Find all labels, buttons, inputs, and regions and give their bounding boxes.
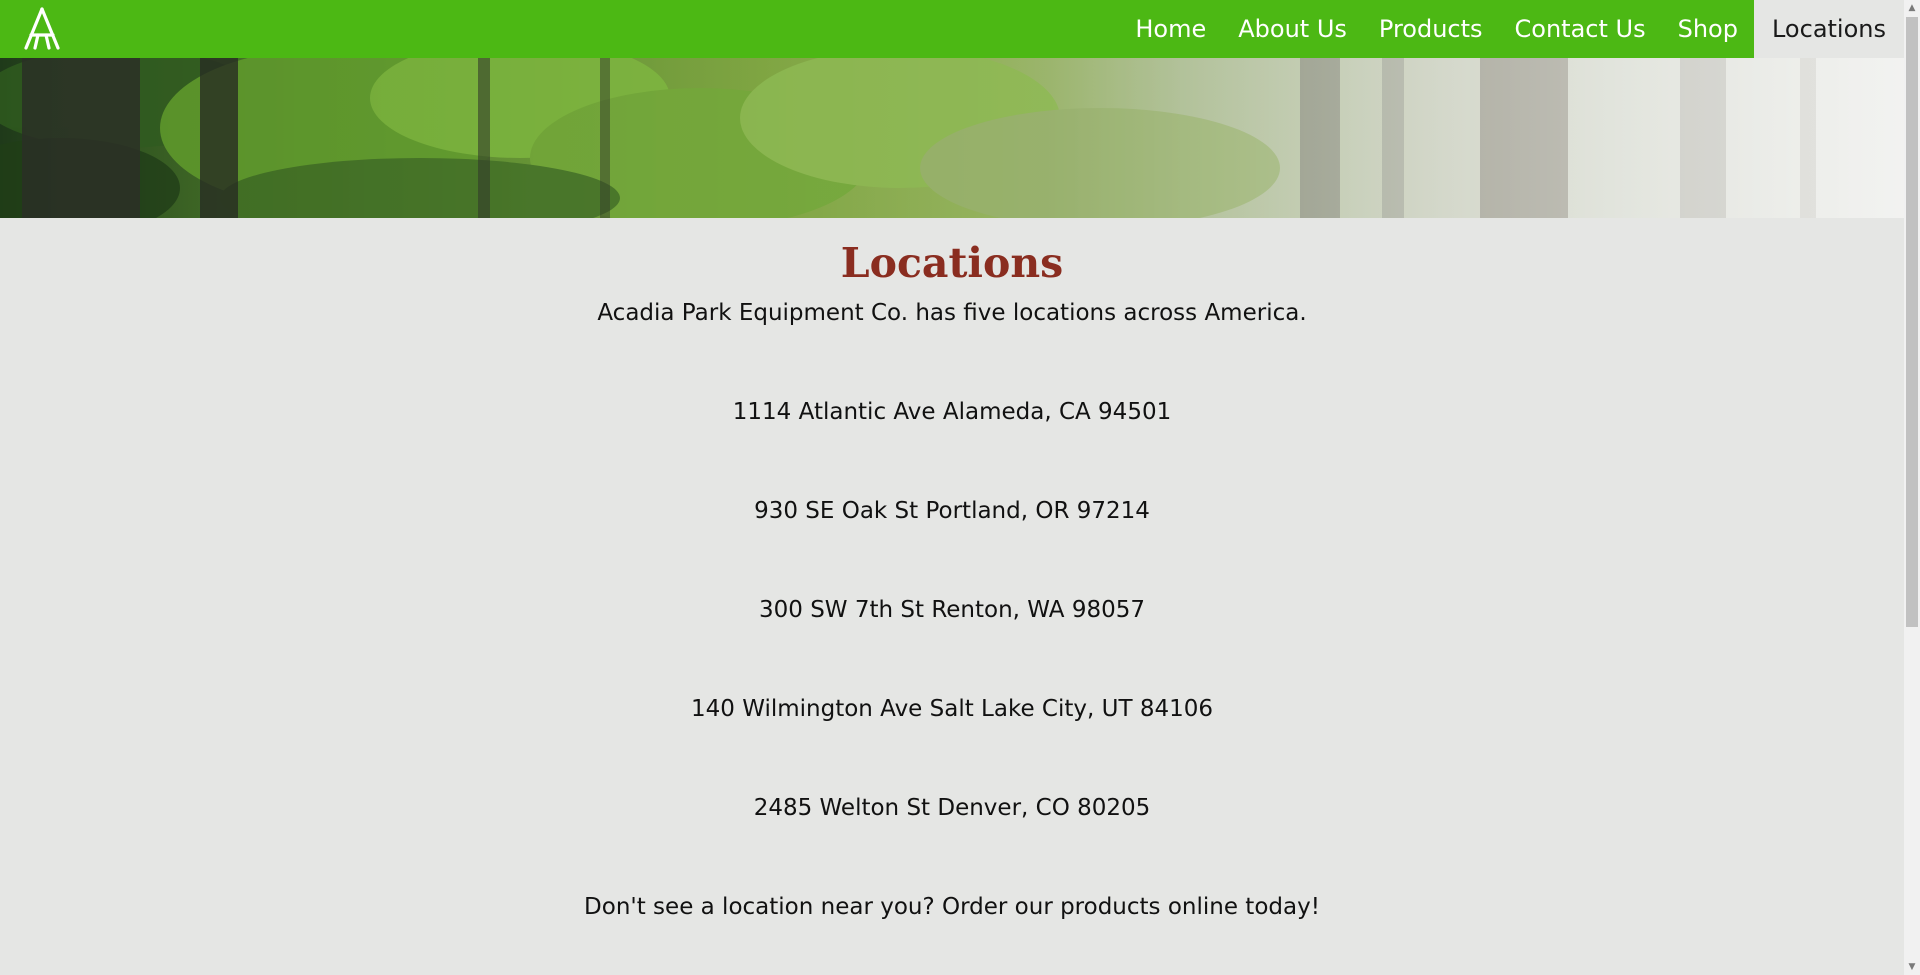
scrollbar-thumb[interactable] — [1906, 17, 1918, 627]
address-alameda: 1114 Atlantic Ave Alameda, CA 94501 — [732, 399, 1172, 425]
nav-locations-link[interactable]: Locations — [1753, 0, 1904, 58]
main-content: Locations Acadia Park Equipment Co. has … — [0, 218, 1904, 922]
acadia-logo-icon[interactable] — [18, 6, 66, 52]
scroll-up-icon[interactable]: ▲ — [1904, 0, 1920, 16]
nav-contact-us-link[interactable]: Contact Us — [1499, 0, 1662, 58]
nav-about-us-link[interactable]: About Us — [1222, 0, 1363, 58]
nav-home-link[interactable]: Home — [1119, 0, 1222, 58]
closing-text: Don't see a location near you? Order our… — [584, 894, 1320, 920]
page-title: Locations — [840, 239, 1064, 287]
address-denver: 2485 Welton St Denver, CO 80205 — [753, 795, 1151, 821]
nav-products-link[interactable]: Products — [1363, 0, 1499, 58]
address-renton: 300 SW 7th St Renton, WA 98057 — [759, 597, 1145, 623]
intro-text: Acadia Park Equipment Co. has five locat… — [597, 300, 1307, 326]
top-navbar: Home About Us Products Contact Us Shop L… — [0, 0, 1904, 58]
forest-hero-banner — [0, 58, 1904, 218]
vertical-scrollbar[interactable]: ▲ ▼ — [1904, 0, 1920, 975]
address-salt-lake-city: 140 Wilmington Ave Salt Lake City, UT 84… — [691, 696, 1213, 722]
nav-shop-link[interactable]: Shop — [1662, 0, 1754, 58]
address-portland: 930 SE Oak St Portland, OR 97214 — [754, 498, 1150, 524]
page: Home About Us Products Contact Us Shop L… — [0, 0, 1920, 975]
main-nav: Home About Us Products Contact Us Shop L… — [1119, 0, 1904, 58]
scroll-down-icon[interactable]: ▼ — [1904, 959, 1920, 975]
